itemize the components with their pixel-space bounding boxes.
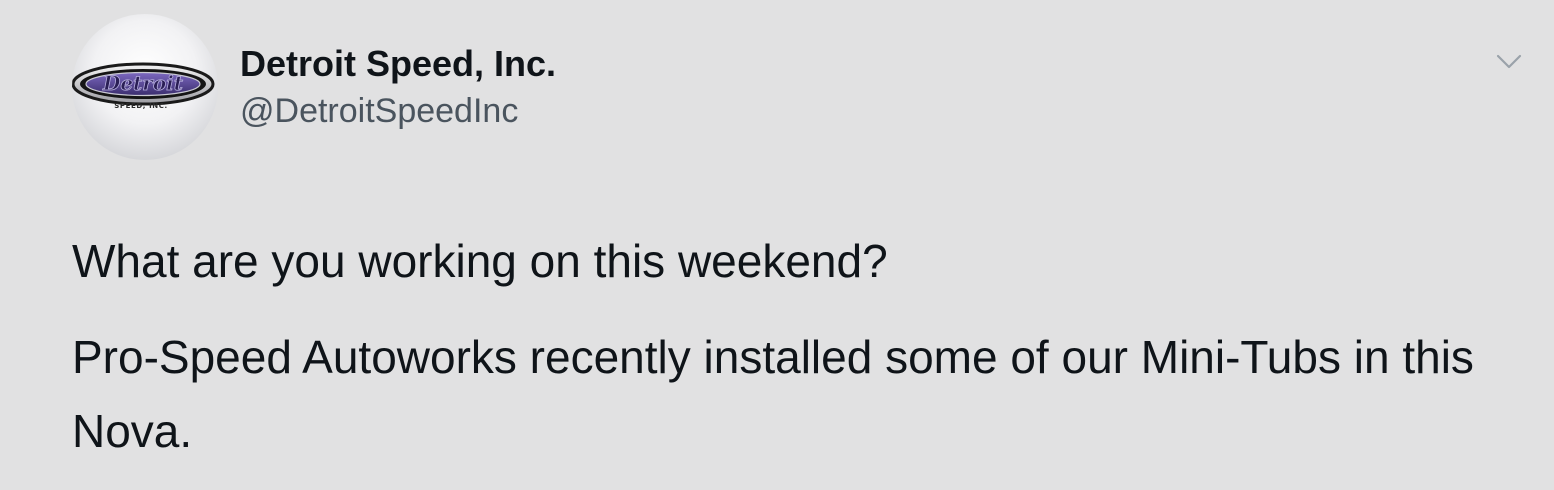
tweet-text-line: What are you working on this weekend? — [72, 235, 888, 287]
tweet-text: What are you working on this weekend? Pr… — [72, 224, 1512, 468]
tweet-text-line: Pro-Speed Autoworks recently installed s… — [72, 331, 1474, 457]
display-name[interactable]: Detroit Speed, Inc. — [240, 40, 556, 88]
svg-text:SPEED, INC.: SPEED, INC. — [114, 102, 168, 110]
svg-text:Detroit: Detroit — [102, 71, 184, 95]
chevron-down-icon — [1496, 54, 1522, 69]
tweet-menu-button[interactable] — [1492, 48, 1526, 74]
detroit-speed-logo-icon: Detroit SPEED, INC. — [72, 62, 215, 110]
avatar[interactable]: Detroit SPEED, INC. — [72, 14, 218, 160]
tweet-card: Detroit SPEED, INC. Detroit Speed, Inc. … — [0, 0, 1554, 490]
user-handle[interactable]: @DetroitSpeedInc — [240, 88, 518, 134]
